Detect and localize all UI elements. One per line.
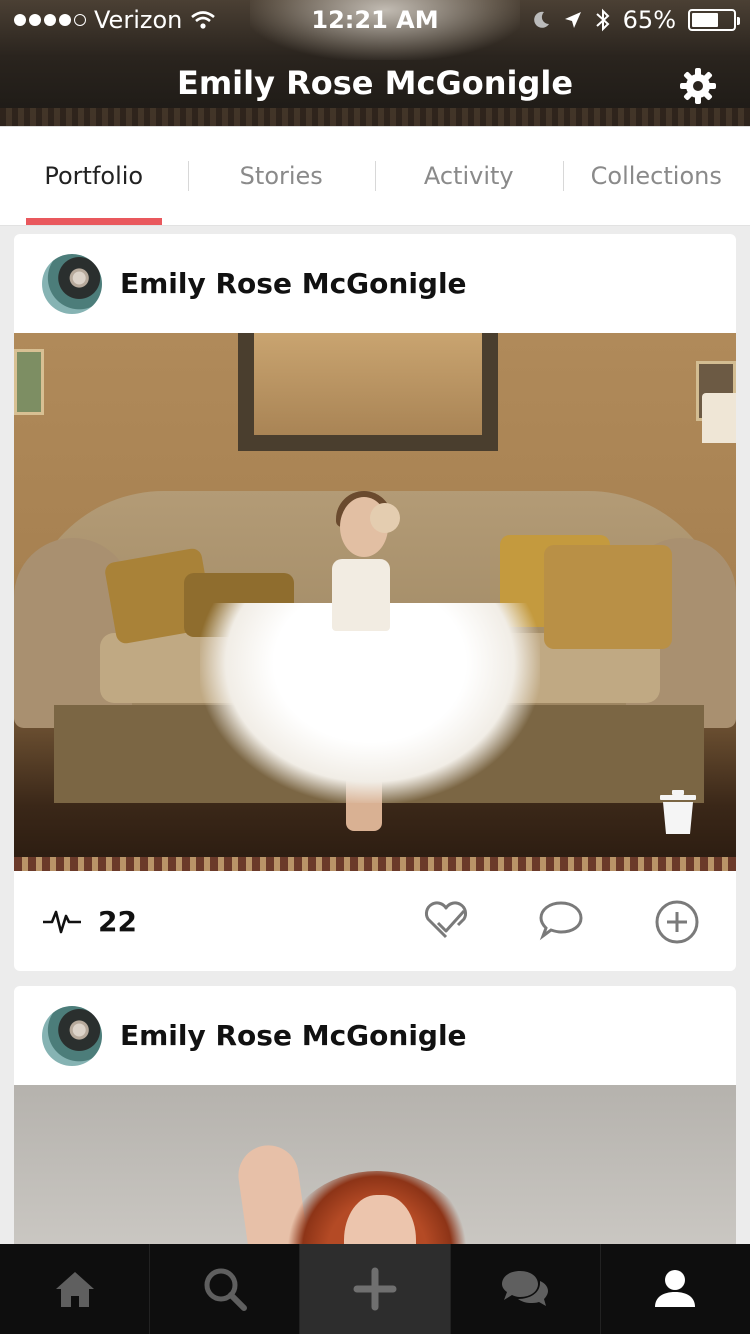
location-icon [564,12,581,28]
search-icon [204,1268,247,1311]
status-right: 65% [531,6,740,34]
moon-icon [533,11,549,28]
trash-icon[interactable] [658,789,698,835]
tab-stories-label: Stories [239,162,323,190]
home-icon [55,1272,94,1307]
tab-collections-label: Collections [590,162,722,190]
post-author-name[interactable]: Emily Rose McGonigle [120,1019,467,1052]
tab-portfolio-label: Portfolio [44,162,144,190]
post-card: Emily Rose McGonigle 22 [14,234,736,971]
post-photo[interactable] [14,333,736,871]
like-heart-icon[interactable] [422,899,470,941]
nav-profile[interactable] [599,1244,750,1334]
tab-activity[interactable]: Activity [375,127,563,225]
bottom-tab-bar [0,1244,750,1334]
pulse-icon [43,910,81,934]
profile-icon [655,1270,696,1307]
tab-activity-label: Activity [423,162,514,190]
nav-upload[interactable] [299,1244,450,1334]
tab-collections[interactable]: Collections [562,127,750,225]
nav-search[interactable] [149,1244,299,1334]
battery-icon [688,9,740,31]
nav-home[interactable] [0,1244,149,1334]
avatar[interactable] [42,253,102,314]
avatar[interactable] [42,1005,102,1066]
bluetooth-icon [595,8,610,32]
status-bar: Verizon 12:21 AM 65% [0,0,750,40]
post-header: Emily Rose McGonigle [14,234,736,333]
tab-portfolio[interactable]: Portfolio [0,127,188,225]
post-header: Emily Rose McGonigle [14,986,736,1085]
post-author-name[interactable]: Emily Rose McGonigle [120,267,467,300]
chat-icon [502,1271,549,1306]
plus-icon [353,1267,397,1311]
pulse-count: 22 [98,904,137,938]
gear-icon[interactable] [678,66,718,106]
page-title: Emily Rose McGonigle [176,64,574,102]
comment-icon[interactable] [538,899,584,941]
profile-tabs: Portfolio Stories Activity Collections [0,126,750,226]
add-to-collection-icon[interactable] [654,899,700,945]
tab-stories[interactable]: Stories [187,127,376,225]
profile-header: Verizon 12:21 AM 65% Emily Rose McGonigl… [0,0,750,126]
battery-percent: 65% [622,6,676,34]
nav-messages[interactable] [449,1244,600,1334]
post-actions: 22 [14,871,736,971]
